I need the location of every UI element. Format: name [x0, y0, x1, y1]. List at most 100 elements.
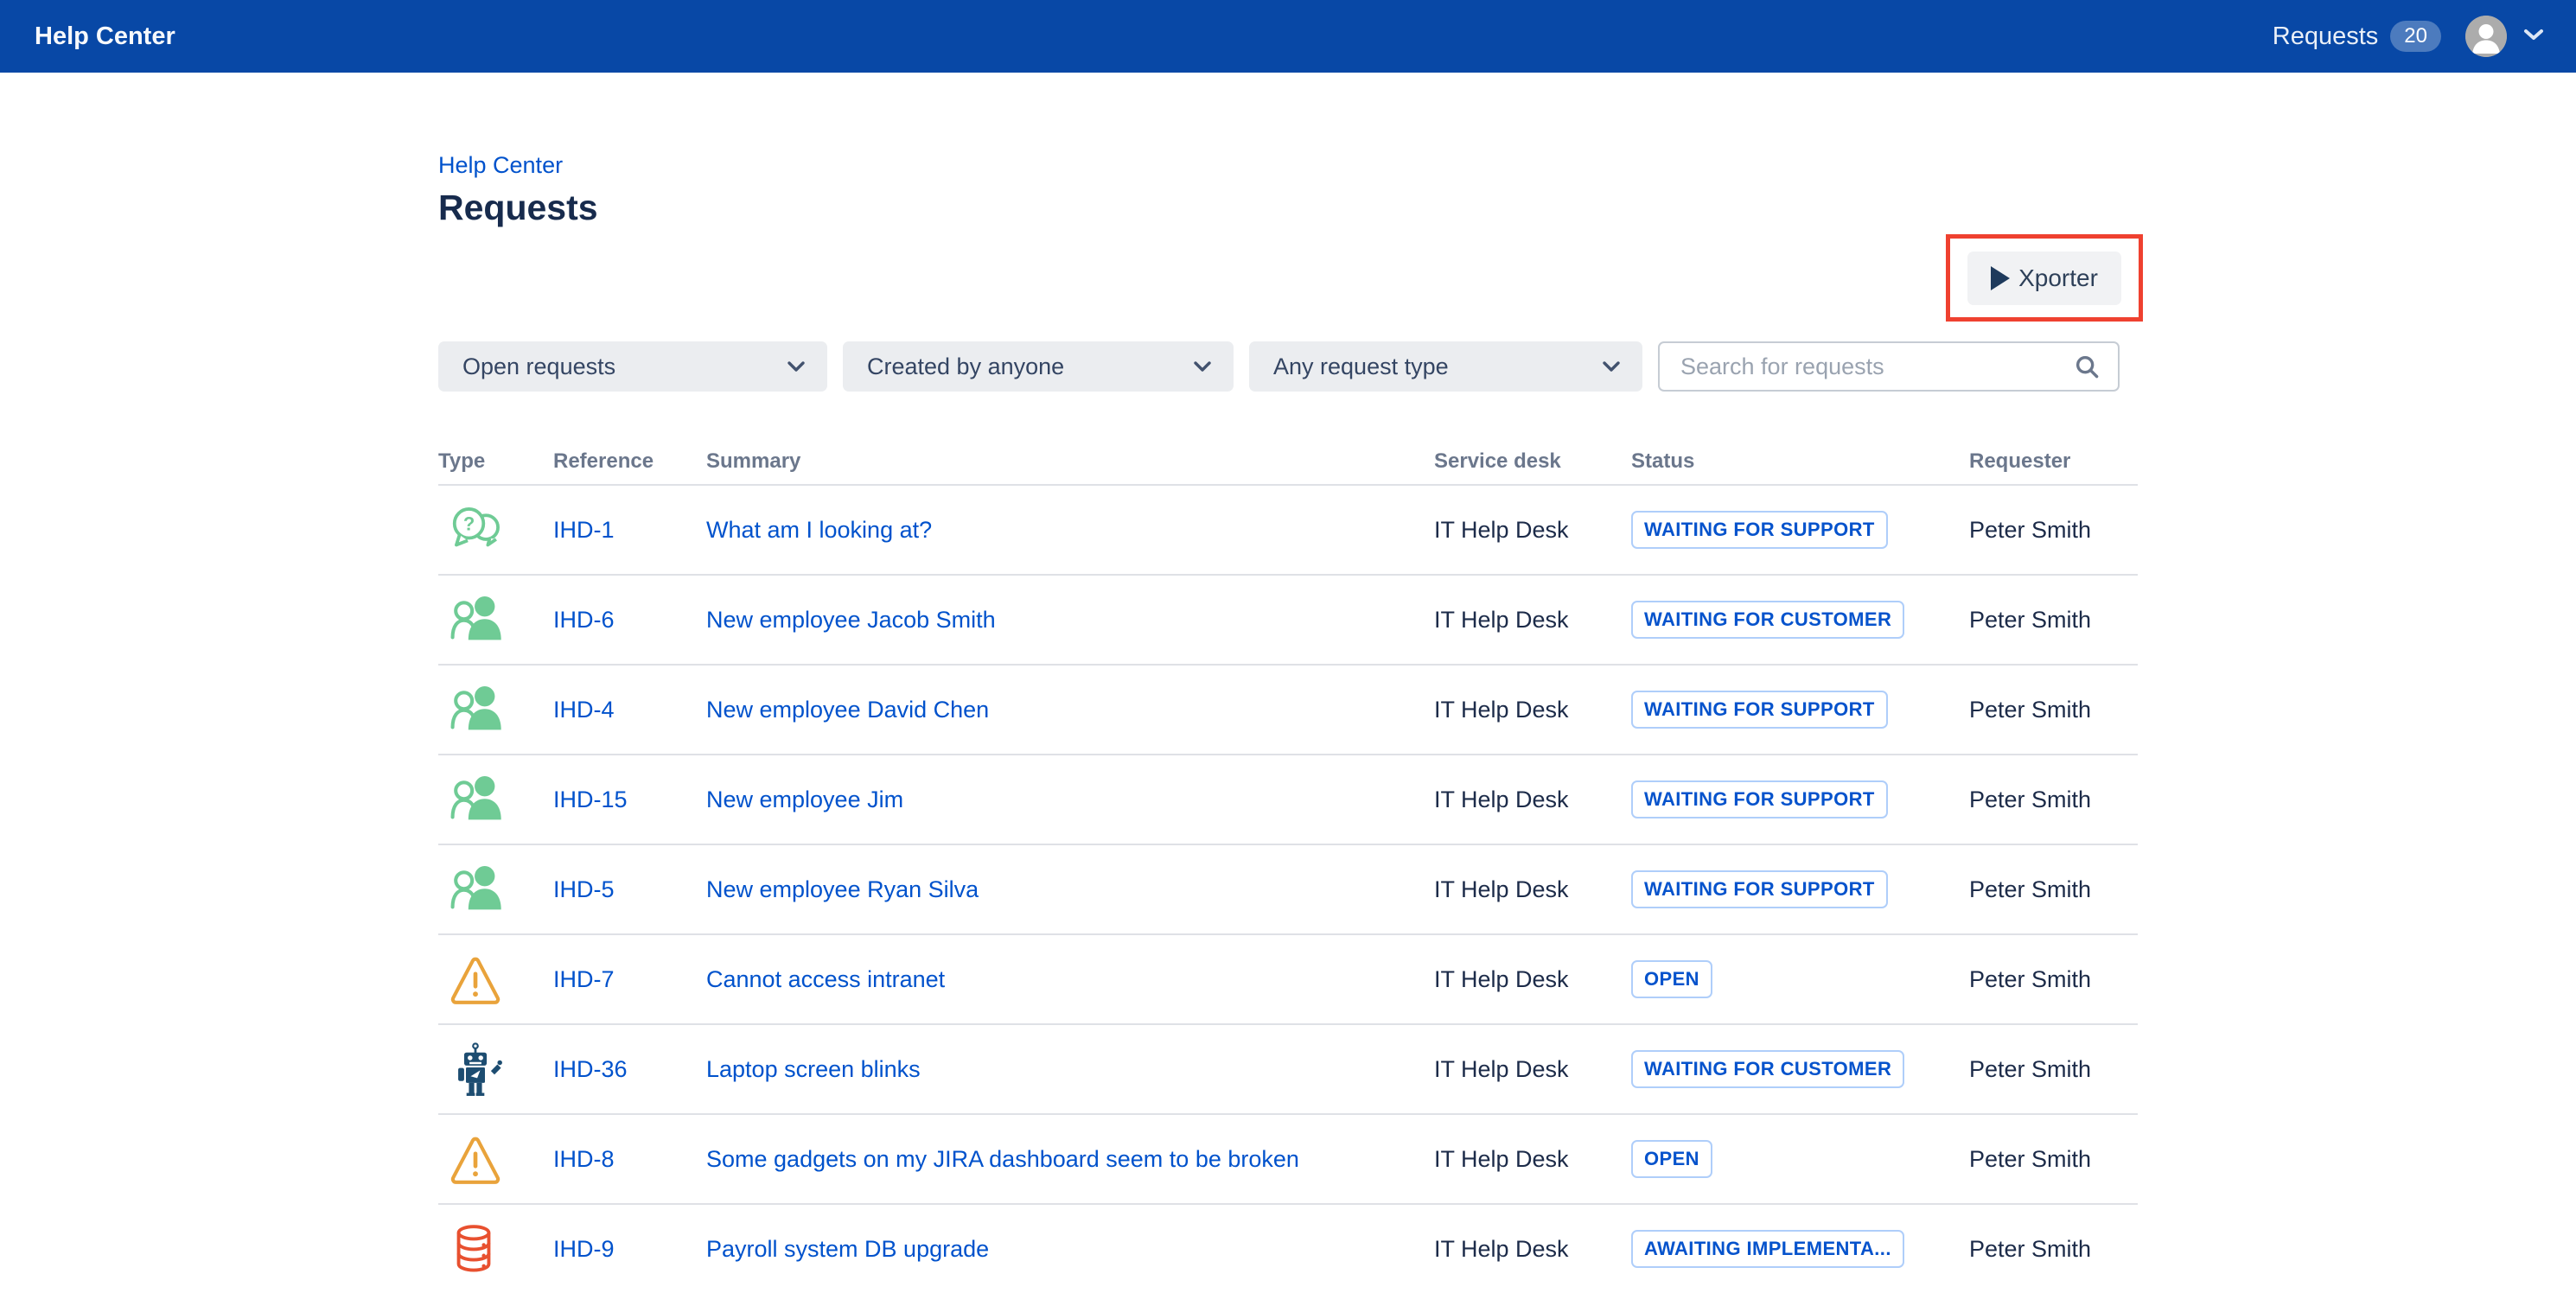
table-row: IHD-9 Payroll system DB upgrade IT Help … — [438, 1205, 2138, 1293]
request-type-filter-dropdown[interactable]: Any request type — [1249, 341, 1642, 392]
xporter-highlight-box: Xporter — [1946, 234, 2143, 322]
table-row: IHD-4 New employee David Chen IT Help De… — [438, 666, 2138, 755]
service-desk-value: IT Help Desk — [1434, 1056, 1569, 1082]
main-content: Help Center Requests Xporter Open reques… — [438, 73, 2138, 1293]
table-row: IHD-7 Cannot access intranet IT Help Des… — [438, 935, 2138, 1025]
status-filter-value: Open requests — [462, 354, 615, 380]
requester-value: Peter Smith — [1969, 1146, 2091, 1172]
chevron-down-icon — [786, 360, 807, 373]
new-employee-icon — [447, 769, 507, 830]
service-desk-value: IT Help Desk — [1434, 876, 1569, 902]
table-body: ? IHD-1 What am I looking at? IT Help De… — [438, 486, 2138, 1293]
status-badge: WAITING FOR SUPPORT — [1631, 691, 1888, 729]
requests-count-badge: 20 — [2390, 21, 2441, 52]
status-badge: WAITING FOR CUSTOMER — [1631, 601, 1904, 639]
top-bar: Help Center Requests 20 — [0, 0, 2576, 73]
new-employee-icon — [447, 679, 507, 740]
service-desk-value: IT Help Desk — [1434, 517, 1569, 543]
breadcrumb-help-center[interactable]: Help Center — [438, 152, 563, 179]
table-header-row: Type Reference Summary Service desk Stat… — [438, 438, 2138, 486]
request-reference-link[interactable]: IHD-36 — [553, 1056, 628, 1082]
filter-bar: Open requests Created by anyone Any requ… — [438, 341, 2138, 392]
status-badge: WAITING FOR SUPPORT — [1631, 780, 1888, 818]
service-desk-value: IT Help Desk — [1434, 1236, 1569, 1262]
status-badge: OPEN — [1631, 1140, 1712, 1178]
xporter-button-label: Xporter — [2018, 264, 2098, 292]
table-row: IHD-5 New employee Ryan Silva IT Help De… — [438, 845, 2138, 935]
request-summary-link[interactable]: New employee Ryan Silva — [706, 876, 979, 902]
database-icon — [447, 1219, 507, 1279]
status-filter-dropdown[interactable]: Open requests — [438, 341, 827, 392]
requests-nav-label: Requests — [2273, 22, 2379, 51]
service-desk-value: IT Help Desk — [1434, 787, 1569, 812]
request-summary-link[interactable]: Cannot access intranet — [706, 966, 945, 992]
service-desk-value: IT Help Desk — [1434, 1146, 1569, 1172]
status-badge: AWAITING IMPLEMENTA... — [1631, 1230, 1904, 1268]
column-header-type: Type — [438, 449, 553, 474]
service-desk-value: IT Help Desk — [1434, 607, 1569, 633]
requester-value: Peter Smith — [1969, 787, 2091, 812]
request-summary-link[interactable]: New employee Jacob Smith — [706, 607, 996, 633]
request-reference-link[interactable]: IHD-9 — [553, 1236, 615, 1262]
requests-nav-link[interactable]: Requests 20 — [2273, 21, 2441, 52]
table-row: IHD-36 Laptop screen blinks IT Help Desk… — [438, 1025, 2138, 1115]
status-badge: OPEN — [1631, 960, 1712, 998]
request-reference-link[interactable]: IHD-8 — [553, 1146, 615, 1172]
table-row: IHD-8 Some gadgets on my JIRA dashboard … — [438, 1115, 2138, 1205]
play-icon — [1991, 266, 2010, 290]
request-summary-link[interactable]: New employee Jim — [706, 787, 903, 812]
requests-table: Type Reference Summary Service desk Stat… — [438, 438, 2138, 1293]
search-icon[interactable] — [2073, 353, 2102, 386]
warning-triangle-icon — [447, 1129, 507, 1189]
warning-triangle-icon — [447, 949, 507, 1010]
user-menu[interactable] — [2465, 16, 2545, 57]
chevron-down-icon — [2522, 27, 2545, 47]
request-summary-link[interactable]: What am I looking at? — [706, 517, 932, 543]
request-summary-link[interactable]: New employee David Chen — [706, 697, 989, 723]
xporter-button[interactable]: Xporter — [1967, 252, 2121, 305]
status-badge: WAITING FOR CUSTOMER — [1631, 1050, 1904, 1088]
service-desk-value: IT Help Desk — [1434, 697, 1569, 723]
column-header-summary: Summary — [706, 449, 1434, 474]
status-badge: WAITING FOR SUPPORT — [1631, 870, 1888, 908]
table-row: IHD-15 New employee Jim IT Help Desk WAI… — [438, 755, 2138, 845]
request-reference-link[interactable]: IHD-4 — [553, 697, 615, 723]
request-type-filter-value: Any request type — [1273, 354, 1449, 380]
chevron-down-icon — [1192, 360, 1213, 373]
request-reference-link[interactable]: IHD-1 — [553, 517, 615, 543]
robot-icon — [447, 1039, 507, 1099]
column-header-reference: Reference — [553, 449, 706, 474]
request-summary-link[interactable]: Payroll system DB upgrade — [706, 1236, 989, 1262]
request-summary-link[interactable]: Laptop screen blinks — [706, 1056, 921, 1082]
request-summary-link[interactable]: Some gadgets on my JIRA dashboard seem t… — [706, 1146, 1299, 1172]
new-employee-icon — [447, 859, 507, 920]
status-badge: WAITING FOR SUPPORT — [1631, 511, 1888, 549]
search-input[interactable] — [1658, 341, 2120, 392]
column-header-status: Status — [1631, 449, 1969, 474]
app-title: Help Center — [35, 22, 175, 51]
page-title: Requests — [438, 188, 2138, 228]
creator-filter-dropdown[interactable]: Created by anyone — [843, 341, 1234, 392]
new-employee-icon — [447, 589, 507, 650]
requester-value: Peter Smith — [1969, 697, 2091, 723]
requester-value: Peter Smith — [1969, 607, 2091, 633]
request-reference-link[interactable]: IHD-6 — [553, 607, 615, 633]
request-reference-link[interactable]: IHD-5 — [553, 876, 615, 902]
request-reference-link[interactable]: IHD-7 — [553, 966, 615, 992]
requester-value: Peter Smith — [1969, 876, 2091, 902]
requester-value: Peter Smith — [1969, 1056, 2091, 1082]
svg-text:?: ? — [463, 513, 475, 535]
request-reference-link[interactable]: IHD-15 — [553, 787, 628, 812]
requester-value: Peter Smith — [1969, 1236, 2091, 1262]
creator-filter-value: Created by anyone — [867, 354, 1064, 380]
question-bubbles-icon: ? — [447, 500, 507, 560]
requester-value: Peter Smith — [1969, 517, 2091, 543]
table-row: ? IHD-1 What am I looking at? IT Help De… — [438, 486, 2138, 576]
service-desk-value: IT Help Desk — [1434, 966, 1569, 992]
chevron-down-icon — [1601, 360, 1622, 373]
table-row: IHD-6 New employee Jacob Smith IT Help D… — [438, 576, 2138, 666]
avatar[interactable] — [2465, 16, 2507, 57]
column-header-service-desk: Service desk — [1434, 449, 1631, 474]
requester-value: Peter Smith — [1969, 966, 2091, 992]
column-header-requester: Requester — [1969, 449, 2138, 474]
